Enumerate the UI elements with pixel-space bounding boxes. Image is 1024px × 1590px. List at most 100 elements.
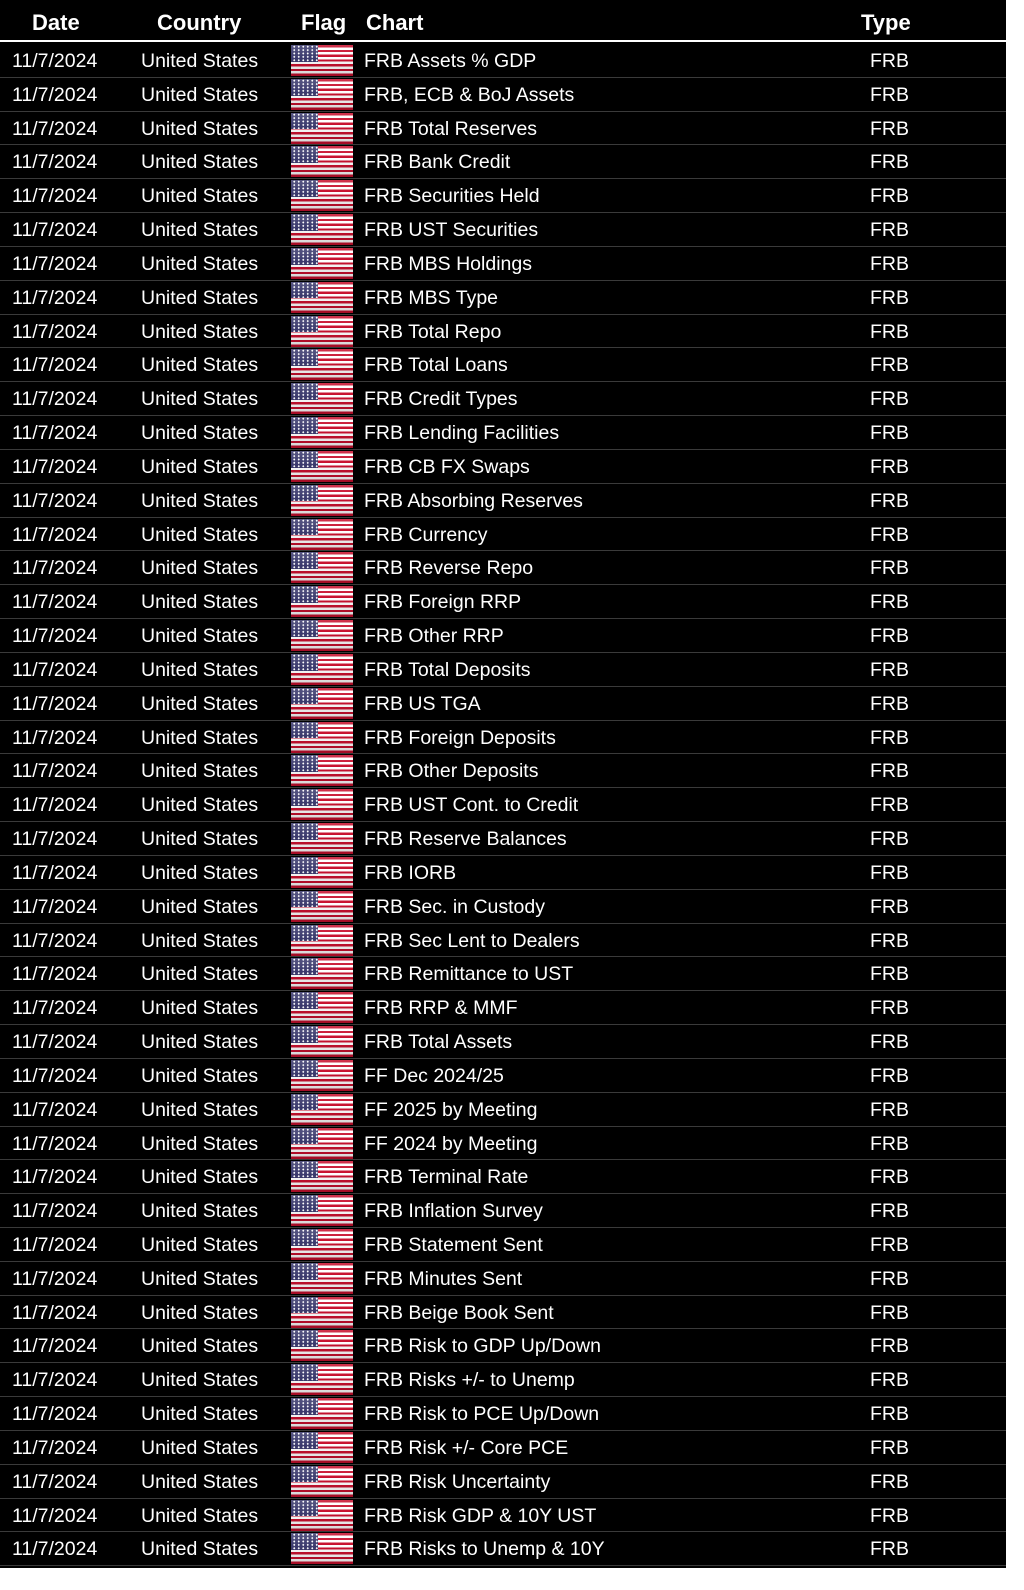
- date-cell: 11/7/2024: [12, 1504, 98, 1527]
- country-cell: United States: [141, 1031, 259, 1054]
- country-cell: United States: [141, 1200, 259, 1223]
- type-cell: FRB: [870, 591, 909, 614]
- type-cell: FRB: [870, 1403, 909, 1426]
- table-row: 11/7/2024 United States FRB Beige Book S…: [0, 1296, 1006, 1330]
- date-cell: 11/7/2024: [12, 1369, 98, 1392]
- us-flag-icon: [291, 417, 353, 449]
- chart-name-cell: FRB US TGA: [364, 692, 481, 715]
- type-cell: FRB: [870, 557, 909, 580]
- chart-name-cell: FRB Absorbing Reserves: [364, 489, 583, 512]
- date-cell: 11/7/2024: [12, 219, 98, 242]
- table-row: 11/7/2024 United States FRB UST Cont. to…: [0, 788, 1006, 823]
- country-cell: United States: [141, 219, 259, 242]
- table-body: 11/7/2024 United States FRB Assets % GDP…: [0, 44, 1006, 1567]
- chart-name-cell: FRB Reserve Balances: [364, 828, 567, 851]
- table-row: 11/7/2024 United States FRB IORB FRB: [0, 856, 1006, 890]
- table-row: 11/7/2024 United States FRB Foreign RRP …: [0, 585, 1006, 620]
- type-cell: FRB: [870, 692, 909, 715]
- date-cell: 11/7/2024: [12, 489, 98, 512]
- country-cell: United States: [141, 252, 259, 275]
- table-row: 11/7/2024 United States FRB Absorbing Re…: [0, 484, 1006, 518]
- header-country: Country: [157, 10, 242, 35]
- type-cell: FRB: [870, 1301, 909, 1324]
- type-cell: FRB: [870, 625, 909, 648]
- country-cell: United States: [141, 1470, 259, 1493]
- date-cell: 11/7/2024: [12, 1301, 98, 1324]
- type-cell: FRB: [870, 658, 909, 681]
- date-cell: 11/7/2024: [12, 388, 98, 411]
- table-row: 11/7/2024 United States FRB Credit Types…: [0, 382, 1006, 417]
- date-cell: 11/7/2024: [12, 1470, 98, 1493]
- us-flag-icon: [291, 1228, 353, 1260]
- date-cell: 11/7/2024: [12, 1436, 98, 1459]
- country-cell: United States: [141, 286, 259, 309]
- date-cell: 11/7/2024: [12, 794, 98, 817]
- table-row: 11/7/2024 United States FRB Total Repo F…: [0, 315, 1006, 349]
- us-flag-icon: [291, 1431, 353, 1463]
- chart-name-cell: FRB Sec. in Custody: [364, 895, 545, 918]
- date-cell: 11/7/2024: [12, 929, 98, 952]
- country-cell: United States: [141, 50, 259, 72]
- chart-name-cell: FRB Credit Types: [364, 388, 518, 411]
- table-row: 11/7/2024 United States FRB, ECB & BoJ A…: [0, 78, 1006, 112]
- chart-name-cell: FRB Inflation Survey: [364, 1200, 543, 1223]
- type-cell: FRB: [870, 1064, 909, 1087]
- table-row: 11/7/2024 United States FRB Risk GDP & 1…: [0, 1499, 1006, 1533]
- chart-name-cell: FRB Statement Sent: [364, 1233, 543, 1256]
- date-cell: 11/7/2024: [12, 1267, 98, 1290]
- chart-name-cell: FRB UST Cont. to Credit: [364, 794, 579, 817]
- country-cell: United States: [141, 861, 259, 884]
- us-flag-icon: [291, 1026, 353, 1058]
- country-cell: United States: [141, 760, 259, 783]
- chart-name-cell: FRB Bank Credit: [364, 151, 511, 174]
- type-cell: FRB: [870, 320, 909, 343]
- date-cell: 11/7/2024: [12, 726, 98, 749]
- country-cell: United States: [141, 489, 259, 512]
- chart-name-cell: FRB Minutes Sent: [364, 1267, 523, 1290]
- table-row: 11/7/2024 United States FRB US TGA FRB: [0, 687, 1006, 721]
- country-cell: United States: [141, 1301, 259, 1324]
- country-cell: United States: [141, 929, 259, 952]
- date-cell: 11/7/2024: [12, 320, 98, 343]
- us-flag-icon: [291, 653, 353, 685]
- country-cell: United States: [141, 625, 259, 648]
- type-cell: FRB: [870, 219, 909, 242]
- us-flag-icon: [291, 349, 353, 381]
- us-flag-icon: [291, 687, 353, 719]
- us-flag-icon: [291, 552, 353, 584]
- us-flag-icon: [291, 45, 353, 76]
- header-date: Date: [32, 10, 80, 35]
- type-cell: FRB: [870, 252, 909, 275]
- us-flag-icon: [291, 924, 353, 956]
- table-row: 11/7/2024 United States FRB UST Securiti…: [0, 213, 1006, 247]
- us-flag-icon: [291, 992, 353, 1024]
- date-cell: 11/7/2024: [12, 963, 98, 986]
- us-flag-icon: [291, 1195, 353, 1227]
- chart-name-cell: FRB CB FX Swaps: [364, 455, 530, 478]
- table-row: 11/7/2024 United States FRB Total Assets…: [0, 1025, 1006, 1059]
- table-row: 11/7/2024 United States FRB MBS Type FRB: [0, 281, 1006, 315]
- us-flag-icon: [291, 789, 353, 821]
- us-flag-icon: [291, 247, 353, 279]
- type-cell: FRB: [870, 726, 909, 749]
- date-cell: 11/7/2024: [12, 83, 98, 106]
- country-cell: United States: [141, 83, 259, 106]
- date-cell: 11/7/2024: [12, 997, 98, 1020]
- country-cell: United States: [141, 557, 259, 580]
- chart-name-cell: FRB Currency: [364, 523, 488, 546]
- country-cell: United States: [141, 692, 259, 715]
- us-flag-icon: [291, 823, 353, 855]
- table-row: 11/7/2024 United States FRB Currency FRB: [0, 518, 1006, 552]
- table-row: 11/7/2024 United States FRB Risks to Une…: [0, 1532, 1006, 1567]
- type-cell: FRB: [870, 354, 909, 377]
- country-cell: United States: [141, 794, 259, 817]
- country-cell: United States: [141, 895, 259, 918]
- table-row: 11/7/2024 United States FRB Statement Se…: [0, 1228, 1006, 1262]
- table-row: 11/7/2024 United States FRB Risk to PCE …: [0, 1397, 1006, 1431]
- us-flag-icon: [291, 518, 353, 550]
- date-cell: 11/7/2024: [12, 1538, 98, 1561]
- country-cell: United States: [141, 1166, 259, 1189]
- table-row: 11/7/2024 United States FRB Total Loans …: [0, 348, 1006, 383]
- chart-name-cell: FRB Total Reserves: [364, 117, 538, 140]
- date-cell: 11/7/2024: [12, 895, 98, 918]
